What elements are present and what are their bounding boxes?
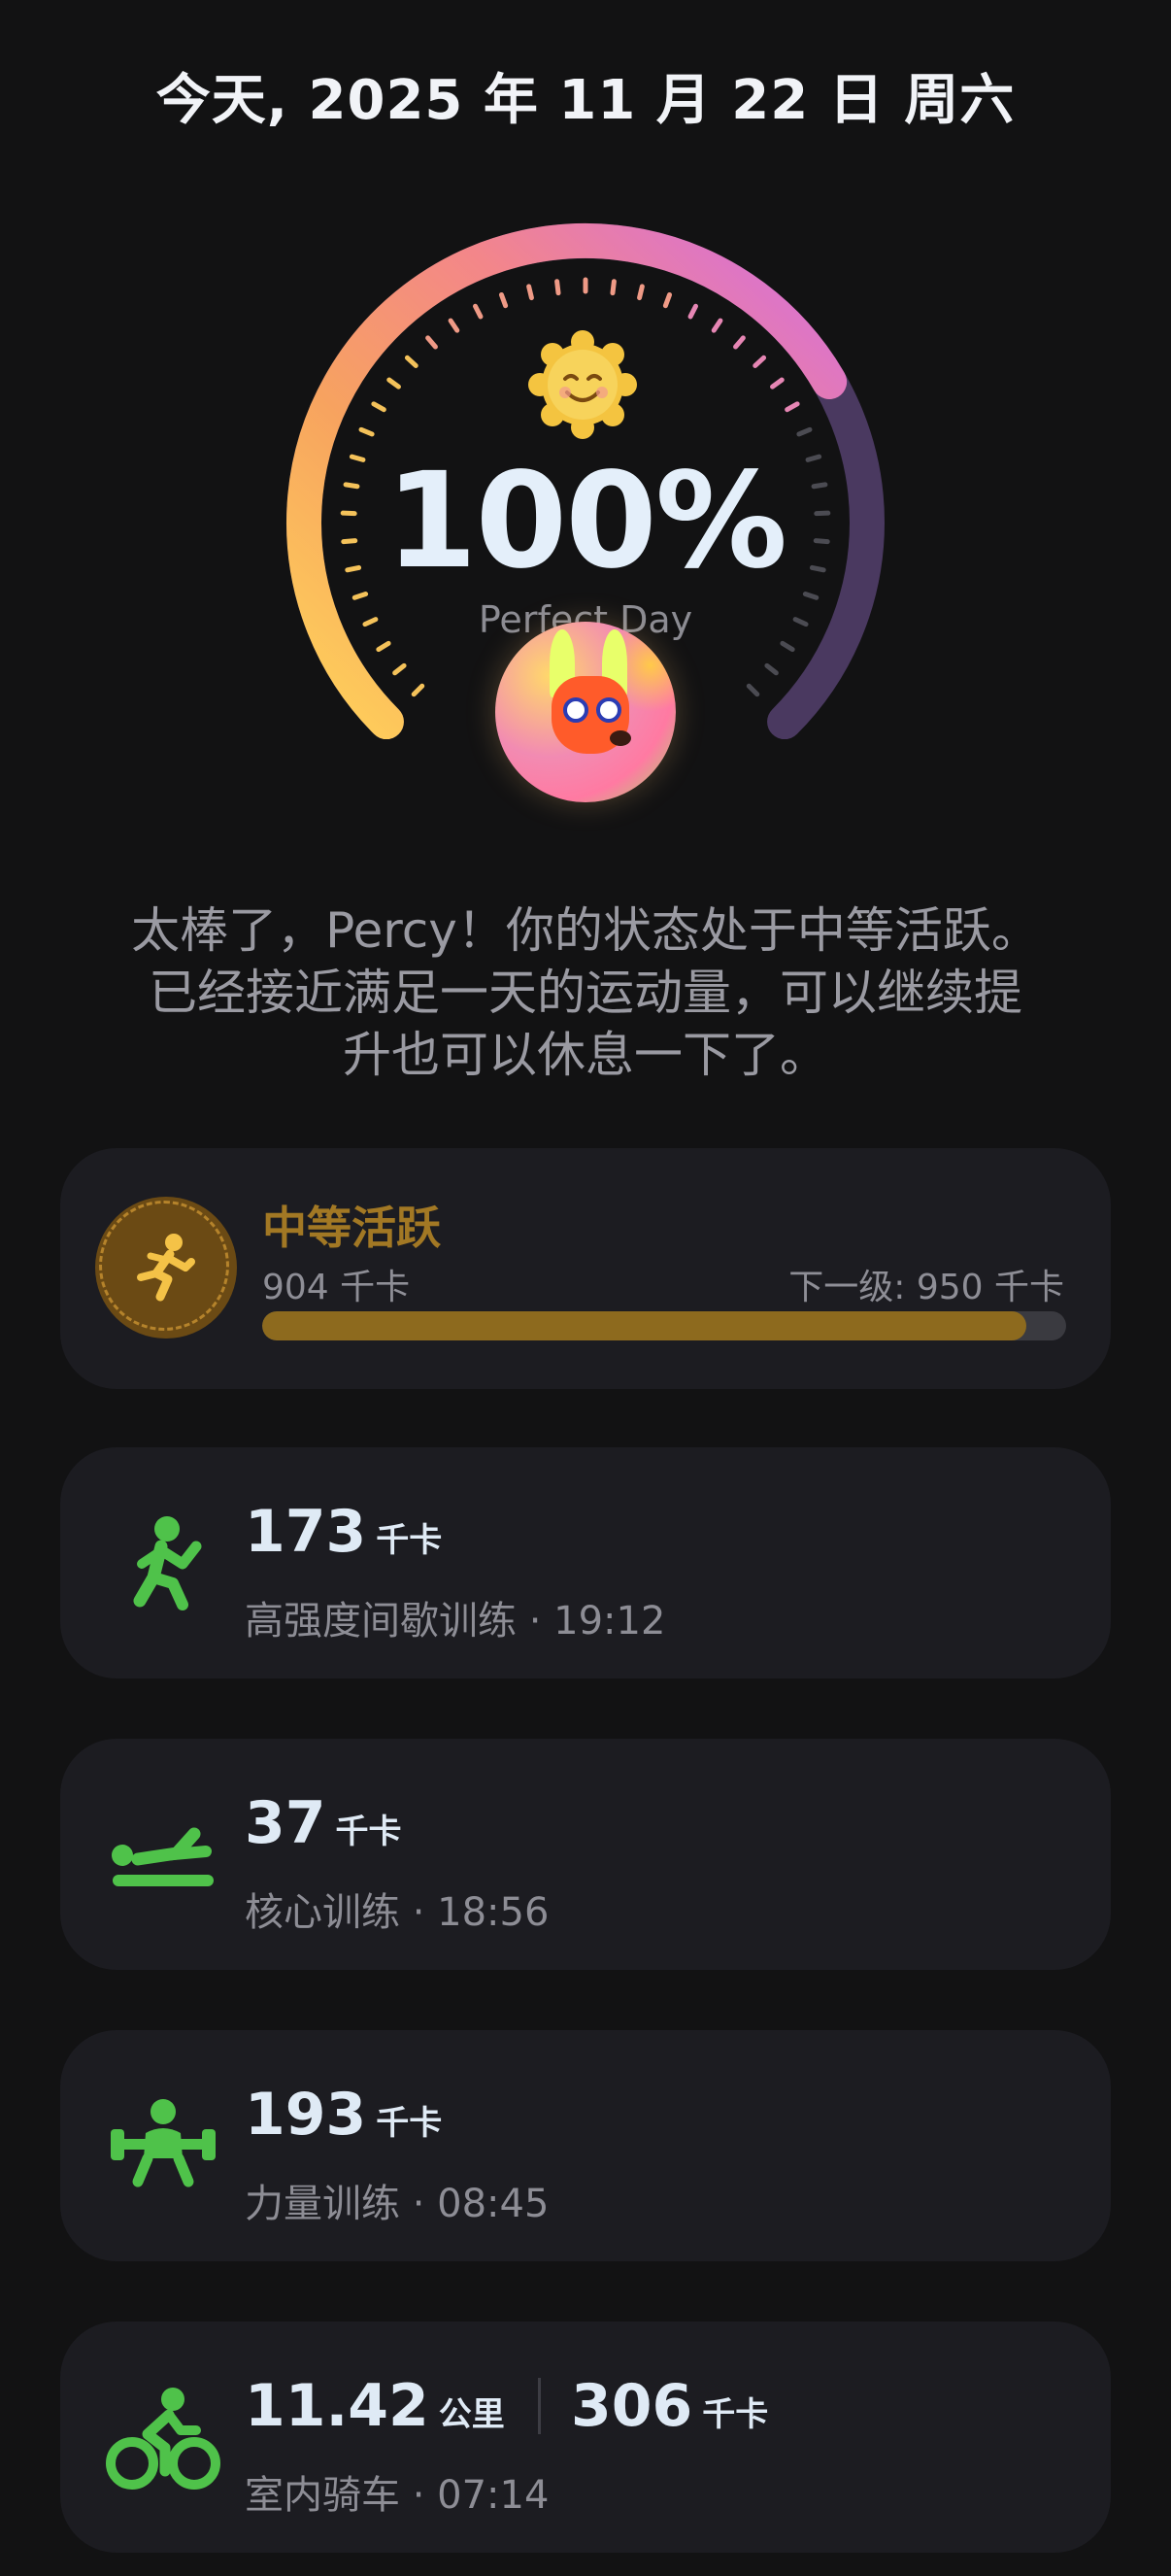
activity-value: 173 千卡 [245,1498,443,1566]
activity-card-cycling[interactable]: 11.42 公里 306 千卡 室内骑车 · 07:14 [60,2322,1111,2553]
ring-tick [554,279,561,296]
running-icon [133,1516,202,1610]
activity-subtitle: 室内骑车 · 07:14 [245,2473,550,2518]
ring-tick [371,401,386,413]
core-training-icon [112,1827,214,1886]
progress-percent: 100% [385,445,787,598]
ring-tick [746,683,760,697]
ring-tick [473,303,484,320]
ring-tick [753,355,767,368]
ring-tick [411,683,425,697]
ring-tick [386,377,401,390]
ring-tick [711,318,723,333]
value-divider [538,2378,541,2434]
activity-level-card[interactable]: 中等活跃 904 千卡 下一级: 950 千卡 [60,1148,1111,1389]
message-line: 已经接近满足一天的运动量，可以继续提 [149,965,1022,1021]
ring-tick [498,291,509,309]
level-badge [95,1197,237,1339]
level-title: 中等活跃 [262,1202,441,1254]
ring-tick [392,662,407,676]
ring-tick [785,401,800,413]
ring-tick [764,662,779,676]
ring-tick [425,335,438,350]
ring-tick [770,377,785,390]
activity-card-hiit[interactable]: 173 千卡 高强度间歇训练 · 19:12 [60,1447,1111,1678]
activity-ring[interactable]: 100% Perfect Day [262,214,909,835]
date-title: 今天, 2025 年 11 月 22 日 周六 [155,69,1016,132]
activity-subtitle: 高强度间歇训练 · 19:12 [245,1599,666,1644]
message-line: 太棒了，Percy！你的状态处于中等活跃。 [131,902,1040,959]
level-current-kcal: 904 千卡 [262,1268,411,1307]
ring-tick [358,426,375,437]
cycling-icon [106,2388,220,2490]
ring-tick [610,279,617,296]
activity-subtitle: 核心训练 · 18:56 [245,1890,550,1935]
message-line: 升也可以休息一下了。 [343,1027,828,1083]
activity-card-strength[interactable]: 193 千卡 力量训练 · 08:45 [60,2030,1111,2261]
activity-subtitle: 力量训练 · 08:45 [245,2182,550,2226]
ring-tick [733,335,746,350]
ring-tick [448,318,460,333]
ring-tick [526,284,534,301]
running-icon [137,1234,195,1302]
activity-value-kcal: 306 千卡 [571,2372,769,2440]
activity-value: 193 千卡 [245,2081,443,2149]
ring-tick [662,291,673,309]
sun-icon [526,328,639,441]
level-progress-bar [262,1311,1066,1340]
ring-tick [796,426,813,437]
status-message: 太棒了，Percy！你的状态处于中等活跃。 已经接近满足一天的运动量，可以继续提… [97,899,1074,1086]
level-progress-fill [262,1311,1026,1340]
strength-training-icon [111,2099,216,2187]
ring-tick [376,640,391,653]
activity-value: 37 千卡 [245,1789,402,1857]
activity-card-core[interactable]: 37 千卡 核心训练 · 18:56 [60,1739,1111,1970]
activity-value-distance: 11.42 公里 [245,2372,505,2440]
ring-tick [780,640,795,653]
level-next-target: 下一级: 950 千卡 [788,1268,1064,1307]
ring-tick [637,284,645,301]
ring-tick [404,355,418,368]
avatar[interactable] [495,622,676,802]
ring-tick [687,303,698,320]
